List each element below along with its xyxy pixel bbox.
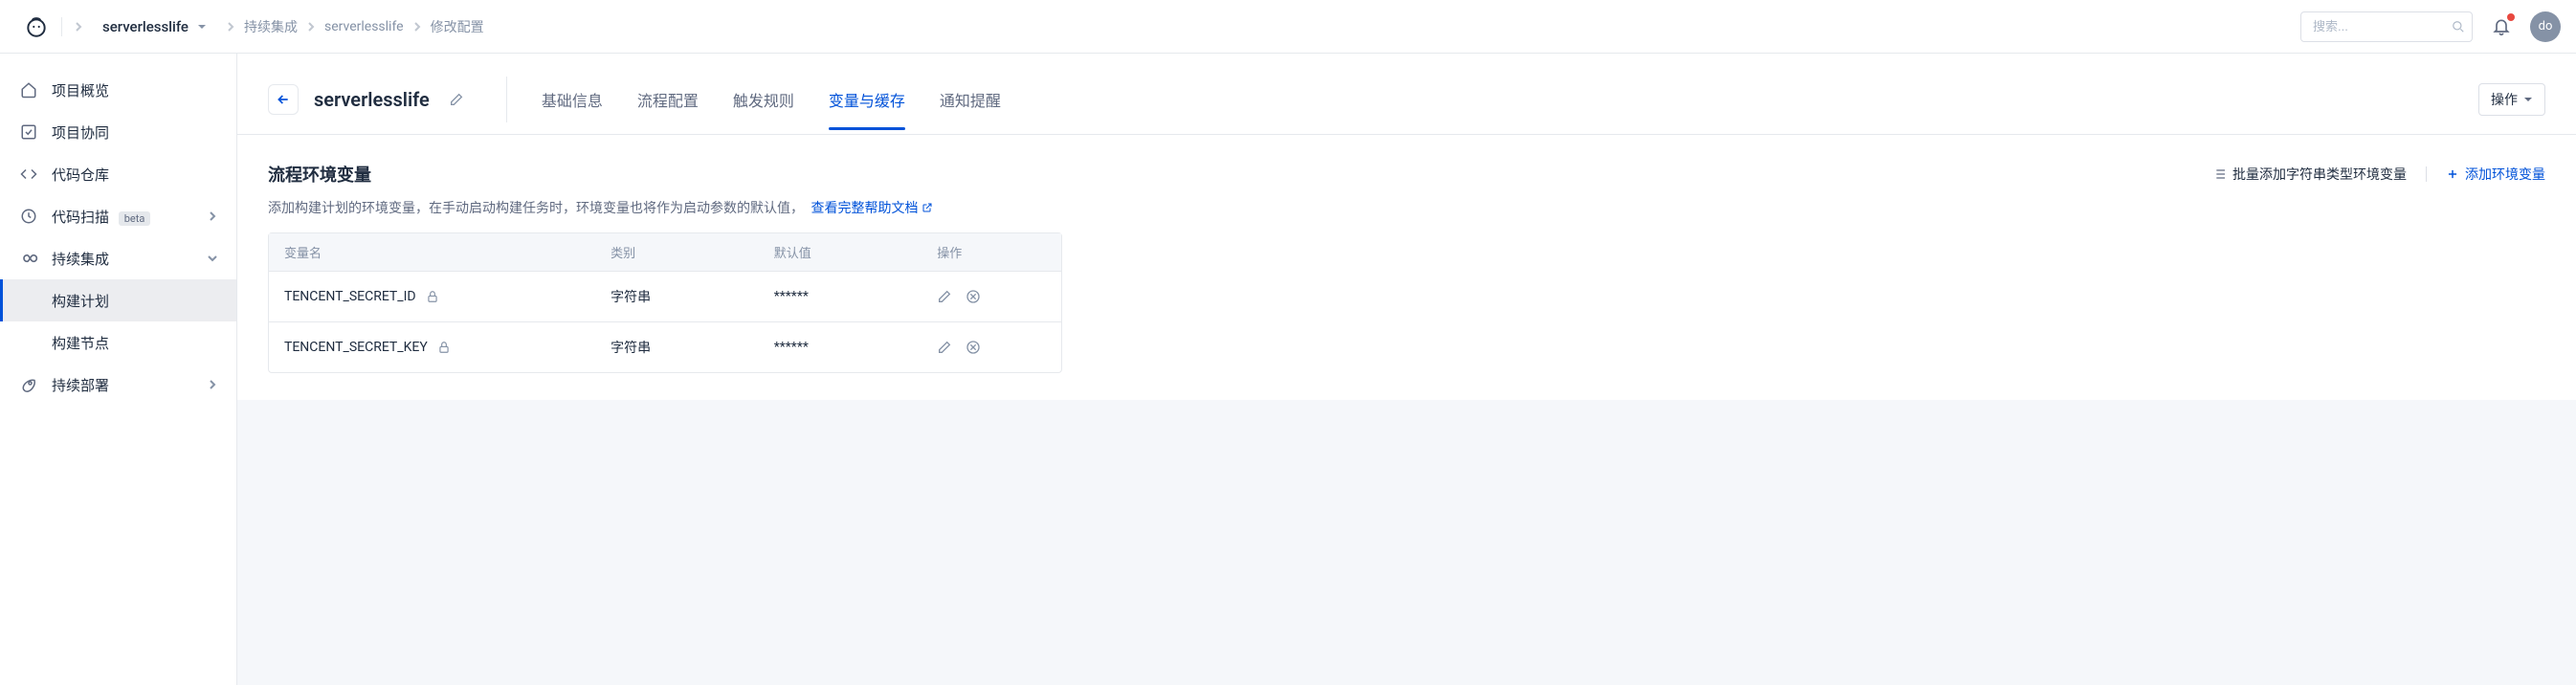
- col-ops: 操作: [937, 243, 1046, 261]
- back-button[interactable]: [268, 84, 299, 115]
- sidebar-item-label: 持续部署: [52, 375, 194, 395]
- page-title: serverlesslife: [314, 88, 430, 111]
- external-link-icon: [922, 202, 933, 213]
- sidebar-item-label: 项目概览: [52, 80, 217, 100]
- help-doc-link[interactable]: 查看完整帮助文档: [811, 198, 933, 217]
- tab-process-config[interactable]: 流程配置: [637, 78, 699, 121]
- chevron-right-icon: [227, 21, 234, 33]
- sidebar-item-label: 代码扫描 beta: [52, 207, 194, 227]
- divider: [2426, 166, 2427, 182]
- lock-icon: [437, 341, 451, 354]
- var-default: ******: [774, 340, 938, 355]
- sidebar-subitem-build-plans[interactable]: 构建计划: [0, 279, 236, 321]
- tab-variables-cache[interactable]: 变量与缓存: [829, 78, 905, 121]
- edit-row-button[interactable]: [937, 289, 952, 304]
- chevron-right-icon: [413, 21, 421, 33]
- sidebar-item-repos[interactable]: 代码仓库: [0, 153, 236, 195]
- breadcrumb-item[interactable]: serverlesslife: [324, 19, 404, 34]
- beta-badge: beta: [119, 211, 151, 226]
- table-row: TENCENT_SECRET_ID 字符串 ******: [269, 271, 1061, 321]
- delete-row-button[interactable]: [966, 340, 981, 355]
- batch-add-env-button[interactable]: 批量添加字符串类型环境变量: [2211, 165, 2407, 184]
- breadcrumb-item[interactable]: 修改配置: [431, 17, 484, 36]
- chevron-right-icon: [208, 380, 217, 389]
- add-env-button[interactable]: 添加环境变量: [2446, 165, 2545, 184]
- notification-dot-icon: [2507, 13, 2515, 21]
- project-selector[interactable]: serverlesslife: [95, 14, 215, 39]
- list-icon: [2211, 166, 2227, 182]
- edit-title-button[interactable]: [449, 92, 464, 107]
- sidebar-item-label: 项目协同: [52, 122, 217, 143]
- infinity-icon: [19, 249, 38, 268]
- check-square-icon: [19, 123, 38, 141]
- sidebar-item-label: 构建计划: [52, 291, 109, 311]
- add-env-label: 添加环境变量: [2465, 165, 2545, 184]
- avatar[interactable]: do: [2530, 11, 2561, 42]
- var-name: TENCENT_SECRET_ID: [284, 289, 416, 304]
- table-header: 变量名 类别 默认值 操作: [269, 233, 1061, 271]
- breadcrumb-chevron-icon: [74, 20, 83, 33]
- var-default: ******: [774, 289, 938, 304]
- delete-row-button[interactable]: [966, 289, 981, 304]
- caret-down-icon: [196, 21, 208, 33]
- tab-trigger-rules[interactable]: 触发规则: [733, 78, 794, 121]
- project-selector-label: serverlesslife: [102, 18, 189, 35]
- home-icon: [19, 81, 38, 99]
- edit-row-button[interactable]: [937, 340, 952, 355]
- sidebar-item-cd[interactable]: 持续部署: [0, 364, 236, 406]
- brand-logo[interactable]: [23, 13, 50, 40]
- caret-down-icon: [2523, 95, 2533, 104]
- section-description: 添加构建计划的环境变量，在手动启动构建任务时，环境变量也将作为启动参数的默认值，…: [268, 198, 2545, 217]
- tab-basic-info[interactable]: 基础信息: [542, 78, 603, 121]
- section-title: 流程环境变量: [268, 162, 371, 187]
- sidebar-subitem-build-nodes[interactable]: 构建节点: [0, 321, 236, 364]
- code-icon: [19, 166, 38, 183]
- col-type: 类别: [611, 243, 774, 261]
- breadcrumb-item[interactable]: 持续集成: [244, 17, 298, 36]
- col-name: 变量名: [284, 243, 611, 261]
- var-type: 字符串: [611, 338, 774, 357]
- divider: [61, 17, 62, 36]
- chevron-right-icon: [307, 21, 315, 33]
- batch-add-label: 批量添加字符串类型环境变量: [2232, 165, 2407, 184]
- chevron-down-icon: [208, 254, 217, 263]
- col-default: 默认值: [774, 243, 938, 261]
- lock-icon: [426, 290, 439, 303]
- search-input[interactable]: [2300, 11, 2473, 42]
- rocket-icon: [19, 376, 38, 393]
- tabbar: 基础信息 流程配置 触发规则 变量与缓存 通知提醒: [506, 77, 1001, 122]
- tab-notifications[interactable]: 通知提醒: [940, 78, 1001, 121]
- breadcrumb: 持续集成 serverlesslife 修改配置: [227, 17, 484, 36]
- plus-icon: [2446, 167, 2459, 181]
- notifications-button[interactable]: [2488, 13, 2515, 40]
- actions-button-label: 操作: [2491, 90, 2518, 109]
- env-vars-table: 变量名 类别 默认值 操作 TENCENT_SECRET_ID: [268, 232, 1062, 373]
- sidebar-item-label: 持续集成: [52, 249, 194, 269]
- sidebar-item-scan[interactable]: 代码扫描 beta: [0, 195, 236, 237]
- actions-button[interactable]: 操作: [2478, 83, 2545, 116]
- search-box: [2300, 11, 2473, 42]
- sidebar-item-ci[interactable]: 持续集成: [0, 237, 236, 279]
- sidebar-item-label: 代码仓库: [52, 165, 217, 185]
- sidebar-item-collab[interactable]: 项目协同: [0, 111, 236, 153]
- table-row: TENCENT_SECRET_KEY 字符串 ******: [269, 321, 1061, 372]
- sidebar-item-overview[interactable]: 项目概览: [0, 69, 236, 111]
- sidebar: 项目概览 项目协同 代码仓库 代码扫描 bet: [0, 54, 237, 685]
- scan-icon: [19, 208, 38, 225]
- var-name: TENCENT_SECRET_KEY: [284, 340, 428, 355]
- chevron-right-icon: [208, 211, 217, 221]
- sidebar-item-label: 构建节点: [52, 333, 109, 353]
- var-type: 字符串: [611, 287, 774, 306]
